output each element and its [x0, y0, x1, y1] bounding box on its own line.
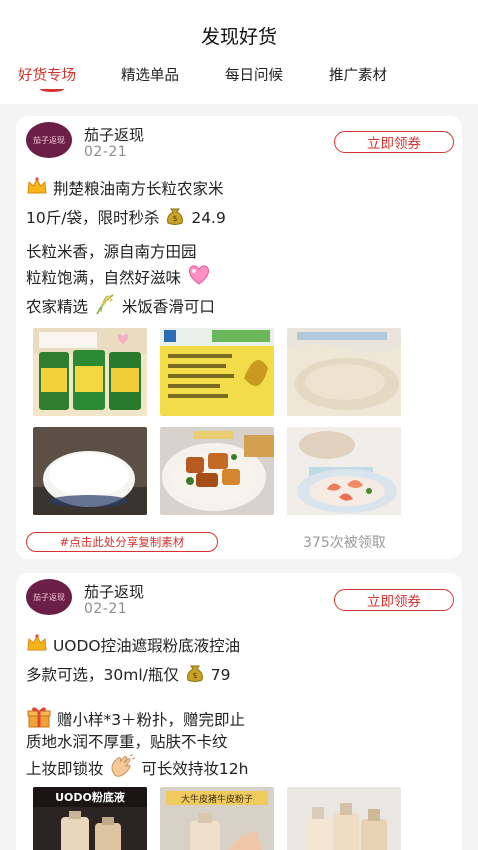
post-line: 多款可选，30ml/瓶仅 $ 79: [26, 661, 230, 690]
foundation-bottles-photo[interactable]: [287, 787, 401, 850]
line-text: UODO控油遮瑕粉底液控油: [52, 637, 241, 655]
money-bag-icon: $: [184, 661, 206, 690]
foundation-bottle-photo[interactable]: UODO粉底液: [33, 787, 147, 850]
avatar-label: 茄子返现: [33, 135, 65, 145]
post-line: UODO控油遮瑕粉底液控油: [26, 633, 240, 660]
line-text: 多款可选，30ml/瓶仅: [26, 666, 179, 684]
line-text: 农家精选: [26, 298, 89, 316]
post-date: 02-21: [84, 144, 128, 160]
shop-avatar[interactable]: 茄子返现: [26, 122, 72, 158]
shop-avatar[interactable]: 茄子返现: [26, 579, 72, 615]
share-copy-button[interactable]: #点击此处分享复制素材: [26, 532, 218, 552]
shop-name: 茄子返现: [84, 126, 145, 144]
raw-rice-photo[interactable]: [287, 328, 401, 416]
avatar-label: 茄子返现: [33, 592, 65, 602]
tab-haohuo[interactable]: 好货专场: [18, 64, 76, 85]
line-text: 粒粒饱满，自然好滋味: [26, 269, 182, 287]
photo-caption: UODO粉底液: [55, 790, 126, 804]
svg-text:$: $: [173, 214, 178, 223]
header: 发现好货 好货专场 精选单品 每日问候 推广素材: [0, 0, 478, 104]
get-coupon-button[interactable]: 立即领券: [334, 589, 454, 611]
crown-icon: [26, 176, 48, 203]
shrimp-dish-photo[interactable]: [287, 427, 401, 515]
price-text: 79: [210, 666, 231, 684]
cooked-rice-bowl-photo[interactable]: [33, 427, 147, 515]
post-card: 茄子返现 茄子返现 02-21 立即领券 UODO控油遮瑕粉底液控油 多款可选，…: [16, 573, 462, 850]
photo-caption: 大牛皮猪牛皮粉子: [181, 793, 253, 805]
post-date: 02-21: [84, 601, 128, 617]
svg-text:$: $: [192, 671, 197, 680]
line-text: 质地水润不厚重，贴肤不卡纹: [26, 733, 228, 751]
crown-icon: [26, 633, 48, 660]
line-text: 10斤/袋，限时秒杀: [26, 209, 160, 227]
rice-bag-label-photo[interactable]: [160, 328, 274, 416]
tab-meiri[interactable]: 每日问候: [225, 64, 283, 85]
post-line: 粒粒饱满，自然好滋味: [26, 264, 212, 293]
page-title: 发现好货: [200, 26, 277, 48]
clap-icon: [108, 753, 136, 785]
post-card: 茄子返现 茄子返现 02-21 立即领券 荆楚粮油南方长粒农家米 10斤/袋，限…: [16, 116, 462, 559]
tab-bar: 好货专场 精选单品 每日问候 推广素材: [0, 64, 478, 94]
tab-tuiguang[interactable]: 推广素材: [329, 64, 387, 85]
post-line: 长粒米香，源自南方田园: [26, 240, 197, 264]
heart-icon: [186, 264, 212, 293]
rice-bags-photo[interactable]: [33, 328, 147, 416]
foundation-hand-photo[interactable]: 大牛皮猪牛皮粉子: [160, 787, 274, 850]
claimed-count: 375次被领取: [303, 535, 386, 551]
active-tab-indicator: [40, 86, 64, 92]
post-line: 上妆即锁妆 可长效持妆12h: [26, 753, 249, 785]
post-line: 10斤/袋，限时秒杀 $ 24.9: [26, 204, 226, 233]
post-line: 农家精选 米饭香滑可口: [26, 292, 215, 323]
line-text: 上妆即锁妆: [26, 760, 104, 778]
post-line: 荆楚粮油南方长粒农家米: [26, 176, 223, 203]
rice-plant-icon: [93, 292, 117, 323]
line-text: 荆楚粮油南方长粒农家米: [52, 180, 224, 198]
price-text: 24.9: [191, 209, 226, 227]
line-text: 长粒米香，源自南方田园: [26, 243, 197, 261]
line-text: 可长效持妆12h: [141, 760, 249, 778]
braised-dish-photo[interactable]: [160, 427, 274, 515]
line-text: 赠小样*3＋粉扑，赠完即止: [56, 711, 246, 729]
post-line: 质地水润不厚重，贴肤不卡纹: [26, 730, 228, 754]
line-text: 米饭香滑可口: [121, 298, 215, 316]
money-bag-icon: $: [164, 204, 186, 233]
shop-name: 茄子返现: [84, 583, 145, 601]
get-coupon-button[interactable]: 立即领券: [334, 131, 454, 153]
tab-jingxuan[interactable]: 精选单品: [121, 64, 179, 85]
